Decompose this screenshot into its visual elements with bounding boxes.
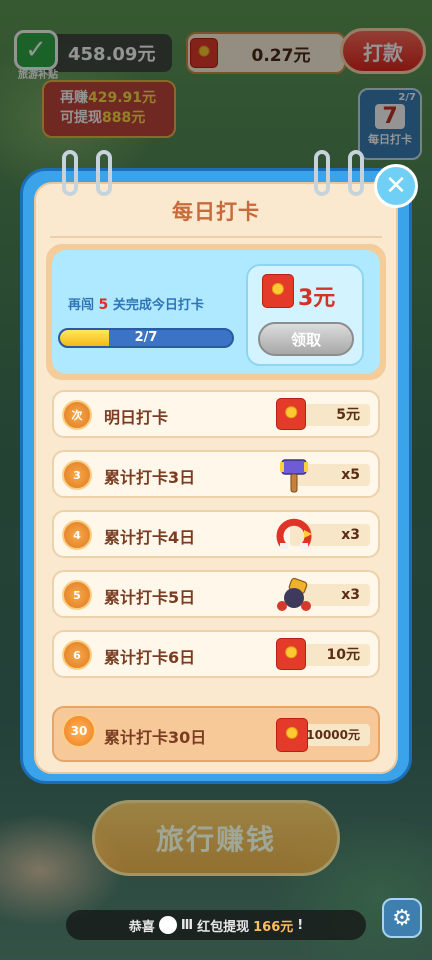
binder-ring-icon: [62, 150, 78, 196]
binder-ring-icon: [96, 150, 112, 196]
hint-prefix: 再闯: [68, 298, 95, 313]
progress-hint: 再闯 5 关完成今日打卡: [68, 294, 204, 313]
ticker-text: 红包提现: [197, 919, 250, 935]
red-packet-icon: [276, 638, 306, 670]
avatar: [158, 916, 177, 934]
row-label: 累计打卡3日: [104, 468, 196, 487]
red-packet-icon: [276, 398, 306, 430]
day-badge: 6: [62, 640, 92, 670]
levels-remaining: 5: [98, 297, 109, 313]
binder-ring-icon: [314, 150, 330, 196]
day-badge: 次: [62, 400, 92, 430]
progress-label: 2/7: [134, 330, 158, 345]
row-label: 累计打卡30日: [104, 728, 207, 747]
cannon-icon: [277, 577, 311, 611]
reward-amount: 3元: [298, 286, 336, 311]
magnet-icon: [276, 518, 312, 549]
hammer-icon: [280, 459, 308, 493]
row-label: 累计打卡5日: [104, 588, 196, 607]
day-badge: 3: [62, 460, 92, 490]
ticker-amount: 166元: [253, 919, 294, 935]
announcement-ticker: 恭喜 Ⅲ 红包提现 166元 !: [66, 910, 366, 940]
travel-earn-button[interactable]: 旅行赚钱: [92, 800, 340, 876]
gear-icon: ⚙: [392, 905, 412, 931]
list-item: 30 累计打卡30日 10000元: [52, 706, 380, 762]
ticker-user: Ⅲ: [180, 917, 194, 933]
row-label: 累计打卡6日: [104, 648, 196, 667]
ticker-suffix: !: [297, 917, 304, 933]
row-label: 明日打卡: [104, 408, 169, 427]
modal-title: 每日打卡: [172, 200, 260, 224]
binder-ring-icon: [348, 150, 364, 196]
settings-button[interactable]: ⚙: [382, 898, 422, 938]
checkin-progress-bar: 2/7: [58, 328, 234, 348]
day-badge: 5: [62, 580, 92, 610]
hint-suffix: 关完成今日打卡: [112, 298, 204, 313]
ticker-prefix: 恭喜: [128, 919, 155, 935]
row-label: 累计打卡4日: [104, 528, 196, 547]
list-item: 5 累计打卡5日 x3: [52, 570, 380, 618]
day-badge: 30: [62, 714, 96, 748]
red-packet-icon: [276, 718, 308, 752]
claim-button[interactable]: 领取: [258, 322, 354, 356]
list-item: 4 累计打卡4日 x3: [52, 510, 380, 558]
red-packet-icon: [262, 274, 294, 308]
list-item: 3 累计打卡3日 x5: [52, 450, 380, 498]
day-badge: 4: [62, 520, 92, 550]
list-item: 6 累计打卡6日 10元: [52, 630, 380, 678]
list-item: 次 明日打卡 5元: [52, 390, 380, 438]
divider: [50, 236, 382, 238]
